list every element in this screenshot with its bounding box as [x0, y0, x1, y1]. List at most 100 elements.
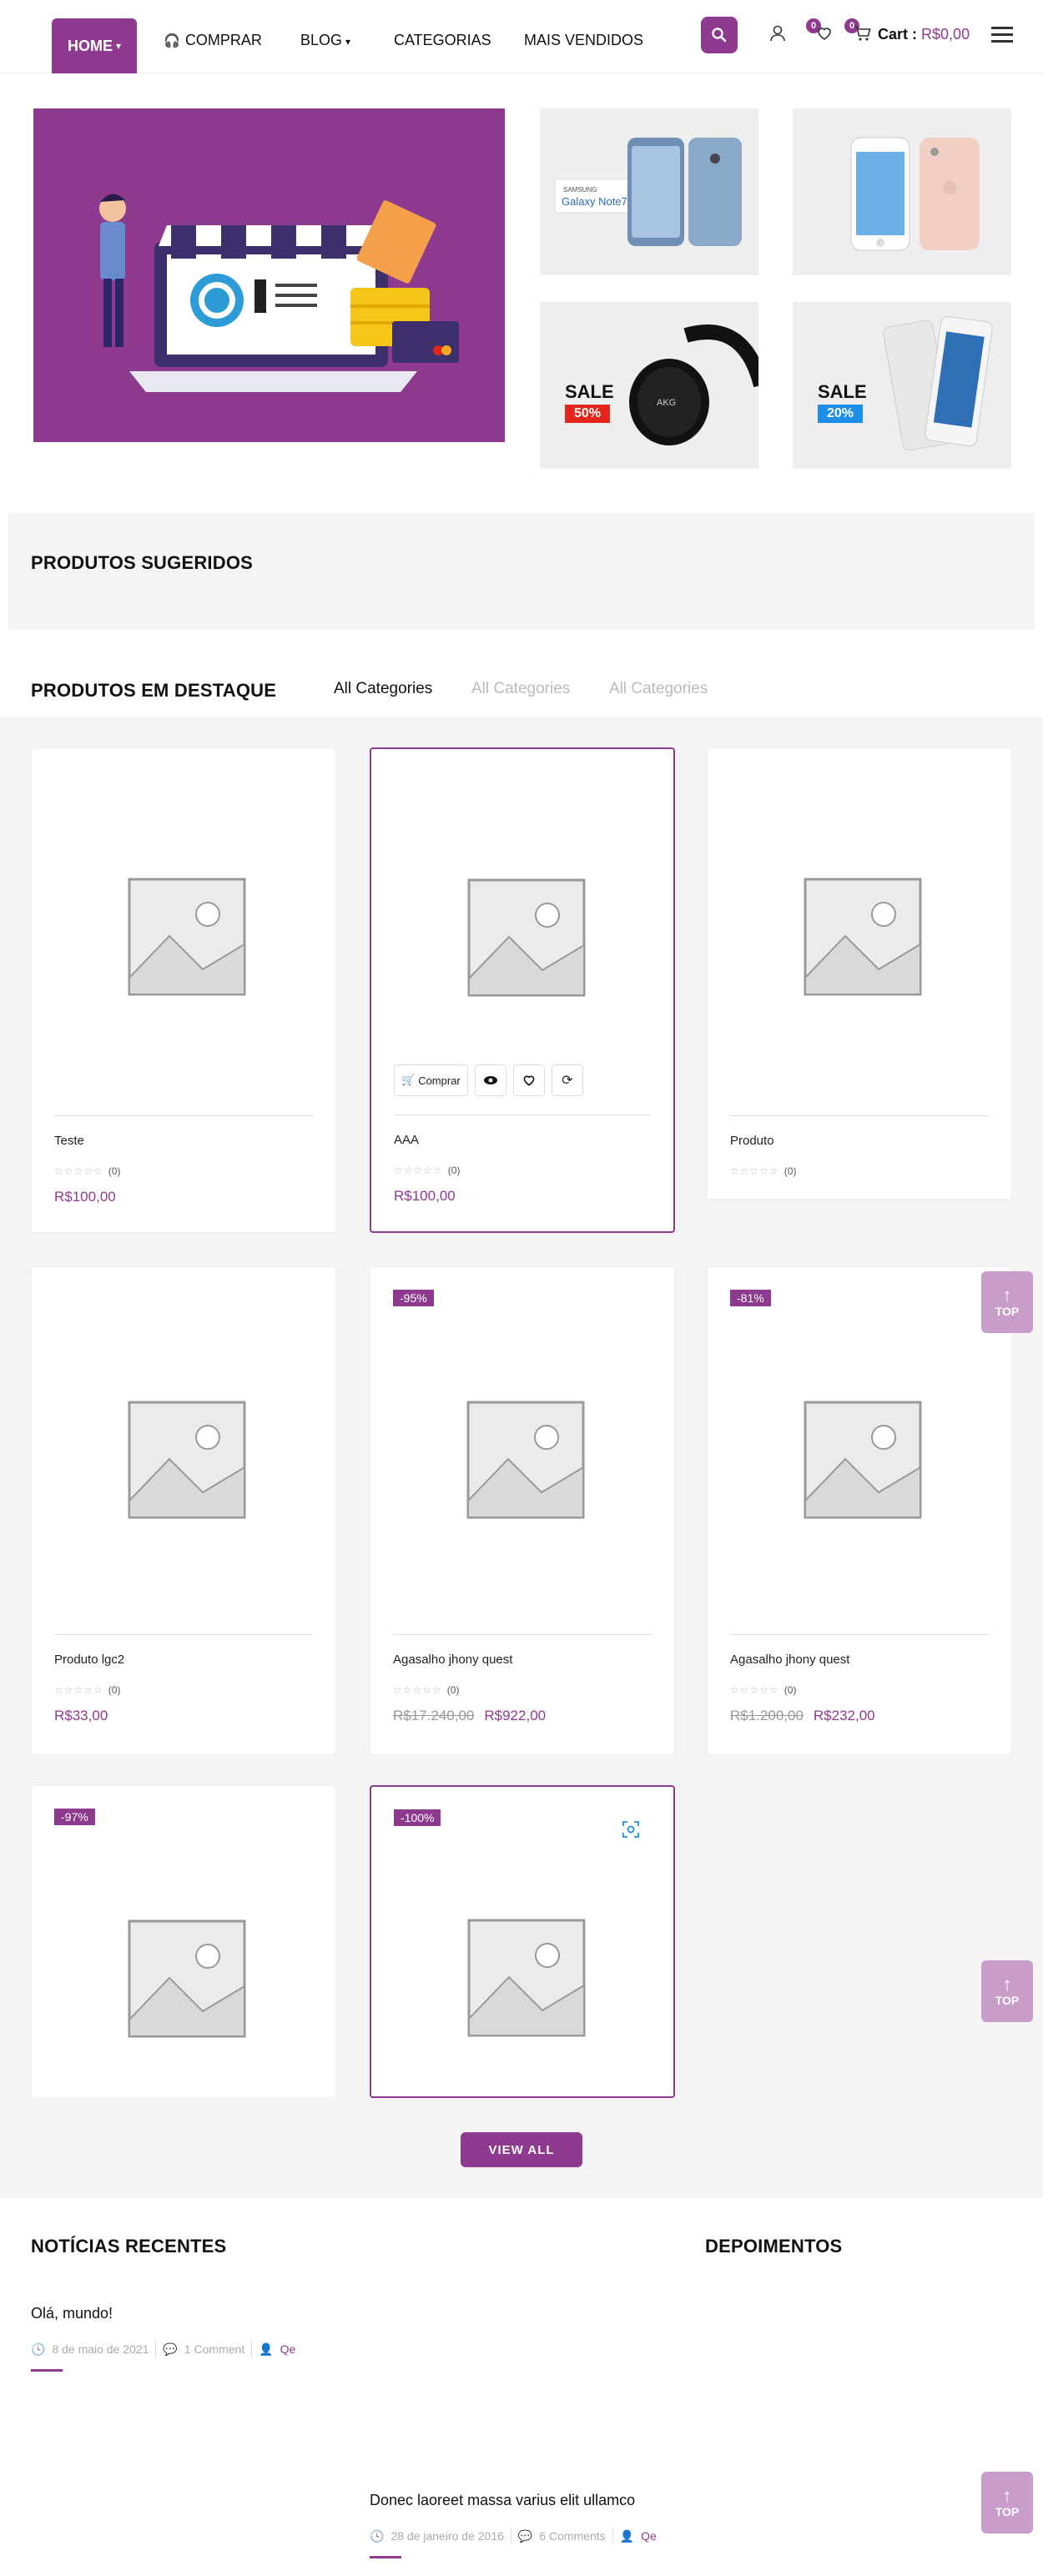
scroll-top-button[interactable]: ↑ TOP: [981, 1271, 1033, 1333]
discount-badge: -100%: [394, 1809, 441, 1826]
search-icon: [712, 28, 727, 43]
sale-percent: 20%: [818, 405, 863, 423]
discount-badge: -95%: [393, 1290, 434, 1306]
product-card[interactable]: 🛒 Comprar ⟳ AAA ☆☆☆☆☆ (0) R$100,00: [370, 747, 675, 1233]
buy-label: Comprar: [418, 1074, 461, 1087]
arrow-up-icon: ↑: [1002, 2485, 1012, 2506]
product-card[interactable]: Produto ☆☆☆☆☆ (0): [707, 747, 1012, 1200]
testimonials-title: DEPOIMENTOS: [705, 2236, 843, 2257]
post-author[interactable]: Qe: [280, 2342, 296, 2356]
rating-stars: ☆☆☆☆☆ (0): [54, 1684, 121, 1696]
hamburger-menu-icon[interactable]: [991, 27, 1013, 43]
user-icon: 👤: [619, 2528, 635, 2543]
product-card[interactable]: Produto lgc2 ☆☆☆☆☆ (0) R$33,00: [31, 1266, 336, 1755]
zoom-icon[interactable]: [622, 1820, 640, 1839]
quick-view-button[interactable]: [474, 1064, 506, 1096]
refresh-icon: ⟳: [562, 1074, 573, 1088]
nav-comprar-label: COMPRAR: [184, 32, 262, 48]
product-name[interactable]: Produto: [730, 1134, 774, 1148]
discount-badge: -81%: [730, 1290, 771, 1306]
akg-logo-text: AKG: [657, 398, 676, 408]
cart-icon: [854, 26, 871, 41]
product-name[interactable]: Agasalho jhony quest: [730, 1653, 849, 1667]
rating-count: (0): [446, 1684, 460, 1696]
nav-categorias[interactable]: CATEGORIAS: [394, 32, 491, 49]
wishlist-button[interactable]: [814, 23, 834, 43]
rating-stars: ☆☆☆☆☆ (0): [393, 1684, 460, 1696]
tab-category-3[interactable]: All Categories: [609, 680, 708, 698]
nav-comprar[interactable]: 🎧 COMPRAR: [164, 32, 262, 49]
account-button[interactable]: [768, 23, 788, 43]
rating-stars: ☆☆☆☆☆ (0): [54, 1165, 121, 1177]
nav-mais-vendidos[interactable]: MAIS VENDIDOS: [524, 32, 643, 49]
rating-count: (0): [108, 1684, 121, 1696]
card-divider: [394, 1114, 651, 1115]
top-label: TOP: [995, 1305, 1020, 1318]
price-current: R$33,00: [54, 1708, 108, 1723]
image-placeholder-icon: [804, 878, 922, 996]
online-shop-illustration: [99, 194, 459, 392]
buy-button[interactable]: 🛒 Comprar: [394, 1064, 468, 1096]
product-card[interactable]: -97%: [31, 1785, 336, 2098]
product-name[interactable]: Produto lgc2: [54, 1653, 124, 1667]
product-card[interactable]: -95% Agasalho jhony quest ☆☆☆☆☆ (0) R$17.…: [370, 1266, 675, 1755]
wishlist-add-button[interactable]: [512, 1064, 545, 1096]
product-price: R$100,00: [394, 1188, 456, 1205]
hero-tile-iphone[interactable]: [793, 108, 1011, 275]
search-button[interactable]: [701, 17, 738, 53]
eye-icon: [483, 1076, 497, 1084]
image-placeholder-icon: [128, 1919, 246, 2038]
product-price: R$33,00: [54, 1708, 108, 1724]
news-post-title[interactable]: Olá, mundo!: [31, 2305, 113, 2322]
samsung-brand-text: SAMSUNG: [563, 186, 597, 194]
rating-count: (0): [784, 1165, 797, 1177]
hero-banner[interactable]: [33, 108, 505, 442]
scroll-top-button[interactable]: ↑ TOP: [981, 1960, 1033, 2022]
post-date: 28 de janeiro de 2016: [390, 2529, 504, 2543]
card-divider: [730, 1115, 989, 1116]
news-post-title[interactable]: Donec laoreet massa varius elit ullamco: [370, 2492, 635, 2509]
sale-label: SALE: [565, 381, 614, 402]
featured-title: PRODUTOS EM DESTAQUE: [31, 680, 277, 701]
hero-tile-headphones-sale[interactable]: AKG SALE 50%: [540, 302, 758, 469]
post-comments[interactable]: 1 Comment: [184, 2342, 244, 2356]
tab-all-categories[interactable]: All Categories: [334, 680, 432, 698]
hero-tile-galaxy-note7[interactable]: SAMSUNG Galaxy Note7: [540, 108, 758, 275]
product-name[interactable]: AAA: [394, 1133, 419, 1147]
cart-label: Cart :: [878, 26, 918, 43]
product-card[interactable]: -100%: [370, 1785, 675, 2098]
galaxy-note7-text: Galaxy Note7: [562, 195, 627, 208]
hero-tile-pixel-sale[interactable]: SALE 20%: [793, 302, 1011, 469]
compare-button[interactable]: ⟳: [551, 1064, 583, 1096]
scroll-top-button[interactable]: ↑ TOP: [981, 2472, 1033, 2533]
view-all-button[interactable]: VIEW ALL: [461, 2132, 582, 2167]
product-actions: 🛒 Comprar ⟳: [394, 1064, 583, 1096]
post-author[interactable]: Qe: [641, 2529, 657, 2543]
cart-amount: R$0,00: [921, 26, 970, 43]
nav-mais-vendidos-label: MAIS VENDIDOS: [524, 32, 644, 48]
card-divider: [393, 1634, 652, 1635]
cart-summary[interactable]: Cart : R$0,00: [878, 26, 970, 43]
product-name[interactable]: Teste: [54, 1134, 84, 1148]
product-name[interactable]: Agasalho jhony quest: [393, 1653, 512, 1667]
image-placeholder-icon: [128, 878, 246, 996]
nav-blog[interactable]: BLOG ▾: [300, 32, 350, 49]
nav-home[interactable]: HOME ▾: [52, 18, 137, 73]
image-placeholder-icon: [466, 1401, 585, 1519]
chevron-down-icon: ▾: [115, 40, 122, 52]
card-divider: [54, 1115, 313, 1116]
post-date: 8 de maio de 2021: [52, 2342, 149, 2356]
product-card[interactable]: -81% Agasalho jhony quest ☆☆☆☆☆ (0) R$1.2…: [707, 1266, 1012, 1755]
sale-percent: 50%: [565, 405, 610, 423]
tab-category-2[interactable]: All Categories: [471, 680, 570, 698]
samsung-phone-image: SAMSUNG Galaxy Note7: [554, 138, 742, 246]
top-label: TOP: [995, 1994, 1020, 2007]
rating-stars: ☆☆☆☆☆ (0): [730, 1684, 797, 1696]
user-icon: [770, 25, 785, 42]
cart-button[interactable]: [853, 23, 873, 43]
product-card[interactable]: Teste ☆☆☆☆☆ (0) R$100,00: [31, 747, 336, 1233]
post-comments[interactable]: 6 Comments: [539, 2529, 605, 2543]
product-price: R$1.200,00 R$232,00: [730, 1708, 875, 1724]
clock-icon: 🕓: [31, 2342, 46, 2356]
discount-badge: -97%: [54, 1809, 95, 1825]
